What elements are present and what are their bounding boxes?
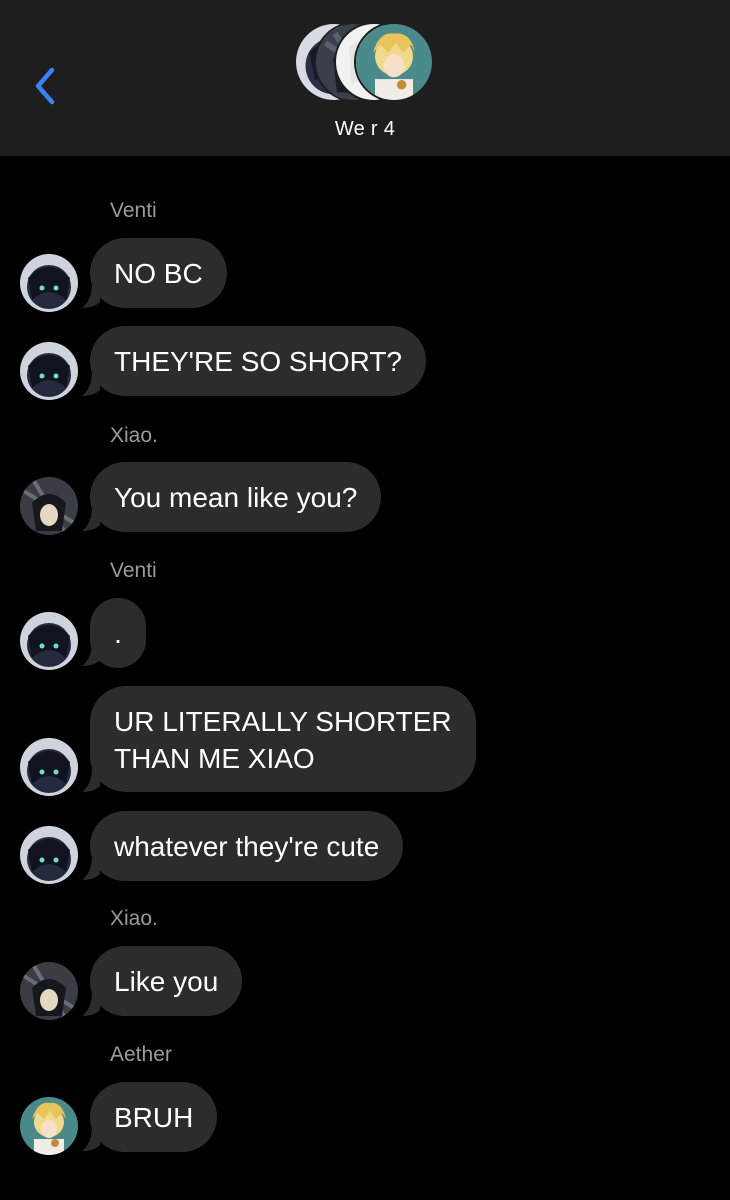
chat-header: We r 4: [0, 0, 730, 156]
sender-name: Xiao.: [110, 907, 158, 930]
message-bubble[interactable]: BRUH: [90, 1082, 218, 1152]
message-bubble[interactable]: NO BC: [90, 238, 227, 308]
avatar-venti[interactable]: [20, 826, 78, 884]
avatar-aether[interactable]: [20, 1097, 78, 1155]
sender-name: Xiao.: [110, 424, 158, 447]
avatar-xiao[interactable]: [20, 962, 78, 1020]
sender-name: Aether: [110, 1043, 172, 1066]
avatar-venti[interactable]: [20, 254, 78, 312]
message-bubble[interactable]: .: [90, 598, 146, 668]
avatar-venti[interactable]: [20, 612, 78, 670]
message-bubble[interactable]: whatever they're cute: [90, 811, 404, 881]
message-bubble[interactable]: Like you: [90, 946, 243, 1016]
avatar-venti[interactable]: [20, 738, 78, 796]
message-bubble[interactable]: UR LITERALLY SHORTER THAN ME XIAO: [90, 686, 476, 792]
avatar-venti[interactable]: [20, 342, 78, 400]
message-bubble[interactable]: You mean like you?: [90, 462, 382, 532]
message-bubble[interactable]: THEY'RE SO SHORT?: [90, 326, 426, 396]
group-avatar-stack[interactable]: [294, 22, 436, 104]
chevron-left-icon: [35, 67, 55, 105]
avatar-xiao[interactable]: [20, 477, 78, 535]
group-member-avatar: [354, 22, 434, 102]
group-title[interactable]: We r 4: [0, 118, 730, 141]
sender-name: Venti: [110, 559, 157, 582]
back-button[interactable]: [26, 62, 66, 110]
sender-name: Venti: [110, 199, 157, 222]
